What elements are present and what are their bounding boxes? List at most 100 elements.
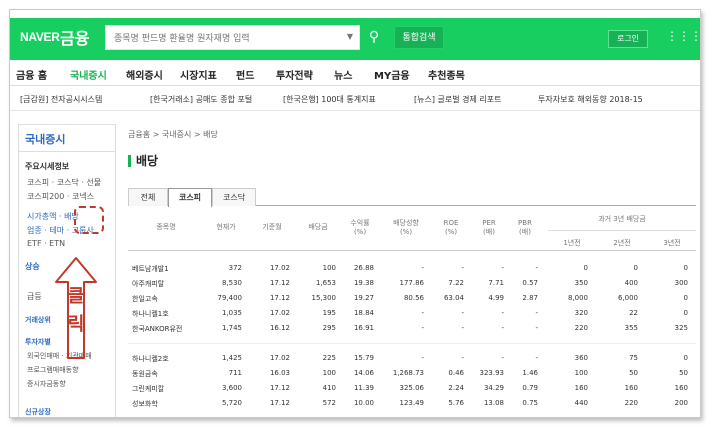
col-header[interactable]: 배당성향 (%): [384, 219, 428, 237]
table-cell: 5.76: [448, 399, 464, 407]
table-cell: 160: [624, 384, 638, 392]
table-cell: 16.91: [353, 324, 374, 332]
market-tabs: 전체 코스피 코스닥: [128, 188, 696, 207]
login-button[interactable]: 로그인: [608, 30, 648, 48]
col-header[interactable]: 현재가: [206, 223, 246, 232]
sidebar-item[interactable]: 프로그램매매동향: [27, 365, 79, 375]
table-cell: 75: [629, 354, 638, 362]
nav-item-fund[interactable]: 펀드: [236, 67, 254, 82]
table-cell: 22: [629, 309, 638, 317]
col-header[interactable]: 기준월: [252, 223, 292, 232]
table-cell: 123.49: [399, 399, 425, 407]
quick-links: [금감원] 전자공시시스템 [한국거래소] 공매도 종합 포털 [한국은행] 1…: [10, 87, 700, 111]
table-cell: 19.27: [353, 294, 374, 302]
table-cell: 320: [574, 309, 588, 317]
stock-name-link[interactable]: 동원금속: [132, 369, 202, 379]
quick-link[interactable]: [한국은행] 100대 통계지표: [283, 94, 376, 105]
col-header[interactable]: PER (배): [472, 219, 506, 237]
table-cell: 18.84: [353, 309, 374, 317]
table-cell: 295: [322, 324, 336, 332]
sidebar-item[interactable]: 증시자금동향: [27, 379, 66, 389]
sidebar-section[interactable]: 상승: [25, 261, 40, 272]
tab-kospi[interactable]: 코스피: [168, 188, 212, 207]
table-cell: 17.02: [269, 264, 290, 272]
nav-item-market-index[interactable]: 시장지표: [180, 67, 217, 82]
nav-item-my-finance[interactable]: MY금융: [374, 67, 410, 82]
table-cell: 0: [683, 354, 688, 362]
sidebar-section-main[interactable]: 주요시세정보: [25, 161, 69, 172]
table-cell: 17.02: [269, 354, 290, 362]
nav-item-news[interactable]: 뉴스: [334, 67, 352, 82]
col-header[interactable]: 종목명: [136, 223, 196, 232]
nav-item-overseas[interactable]: 해외증시: [126, 67, 163, 82]
table-cell: -: [535, 309, 538, 317]
search-box[interactable]: ▼: [105, 25, 360, 51]
table-row: 하나니켈1호 1,035 17.02 195 18.84 - - - - 320 22 0: [128, 306, 696, 321]
stock-name-link[interactable]: 아주캐피탈: [132, 279, 202, 289]
quick-link[interactable]: [금감원] 전자공시시스템: [20, 94, 102, 105]
dropdown-arrow-icon[interactable]: ▼: [347, 32, 353, 41]
table-cell: 3,600: [221, 384, 242, 392]
stock-name-link[interactable]: 베트남개발1: [132, 264, 202, 274]
service-name[interactable]: 금융: [60, 25, 89, 49]
quick-link[interactable]: [한국거래소] 공매도 종합 포털: [150, 94, 252, 105]
table-cell: 17.12: [269, 294, 290, 302]
search-input[interactable]: [106, 27, 331, 51]
nav-item-recommend[interactable]: 추천종목: [428, 67, 465, 82]
tab-all[interactable]: 전체: [128, 188, 168, 206]
table-cell: 323.93: [479, 369, 505, 377]
sidebar-item-dividend[interactable]: 시가총액 · 배당: [27, 211, 79, 222]
sidebar-item[interactable]: ETF · ETN: [27, 239, 65, 248]
col-subheader[interactable]: 1년전: [548, 239, 596, 248]
table-cell: 2.24: [448, 384, 464, 392]
table-cell: 711: [228, 369, 242, 377]
nav-item-strategy[interactable]: 투자전략: [276, 67, 313, 82]
sidebar-section[interactable]: 투자자별: [25, 337, 51, 347]
sidebar-item[interactable]: 급등: [27, 291, 42, 302]
sidebar-section[interactable]: 거래상위: [25, 315, 51, 325]
table-cell: 16.03: [269, 369, 290, 377]
table-cell: 14.06: [353, 369, 374, 377]
col-header[interactable]: PBR (배): [508, 219, 542, 237]
table-cell: 4.99: [488, 294, 504, 302]
main-nav: 금융 홈 국내증시 해외증시 시장지표 펀드 투자전략 뉴스 MY금융 추천종목: [10, 60, 700, 86]
click-annotation-text: 클: [67, 286, 85, 307]
table-cell: -: [501, 324, 504, 332]
col-header[interactable]: 수익률 (%): [340, 219, 380, 237]
col-subheader[interactable]: 2년전: [598, 239, 646, 248]
stock-name-link[interactable]: 한국ANKOR유전: [132, 324, 202, 334]
integrated-search-button[interactable]: 통합검색: [394, 26, 444, 49]
stock-name-link[interactable]: 하나니켈1호: [132, 309, 202, 319]
table-row: 성보화학 5,720 17.12 572 10.00 123.49 5.76 13.08 0.7…: [128, 396, 696, 411]
quick-link[interactable]: 투자자보호 해외동향 2018-15: [538, 94, 643, 105]
table-cell: 80.56: [403, 294, 424, 302]
table-cell: 6,000: [617, 294, 638, 302]
stock-name-link[interactable]: 그린케미칼: [132, 384, 202, 394]
col-header[interactable]: ROE (%): [434, 219, 468, 237]
quick-link[interactable]: [뉴스] 글로벌 경제 리포트: [414, 94, 501, 105]
tab-kosdaq[interactable]: 코스닥: [212, 188, 256, 206]
table-cell: 0.79: [522, 384, 538, 392]
sidebar-item[interactable]: 코스피 · 코스닥 · 선물: [27, 177, 101, 188]
table-cell: 220: [624, 399, 638, 407]
nav-item-domestic[interactable]: 국내증시: [70, 67, 107, 82]
sidebar-section[interactable]: 신규상장: [25, 407, 51, 417]
naver-logo[interactable]: NAVER: [20, 30, 60, 44]
table-cell: 26.88: [353, 264, 374, 272]
table-cell: 360: [574, 354, 588, 362]
col-subheader[interactable]: 3년전: [648, 239, 696, 248]
table-cell: 160: [674, 384, 688, 392]
sidebar-item[interactable]: 코스피200 · 코넥스: [27, 191, 94, 202]
search-button[interactable]: ⚲: [364, 26, 384, 49]
stock-name-link[interactable]: 한일고속: [132, 294, 202, 304]
sidebar-title[interactable]: 국내증시: [25, 131, 65, 147]
click-annotation-text: 릭: [67, 314, 85, 335]
stock-name-link[interactable]: 성보화학: [132, 399, 202, 409]
table-cell: -: [535, 354, 538, 362]
stock-name-link[interactable]: 하나니켈2호: [132, 354, 202, 364]
col-header[interactable]: 배당금: [298, 223, 338, 232]
table-cell: 225: [322, 354, 336, 362]
nav-item-home[interactable]: 금융 홈: [16, 67, 47, 82]
grid-menu-icon[interactable]: ⋮⋮⋮: [666, 30, 700, 44]
table-cell: 572: [322, 399, 336, 407]
